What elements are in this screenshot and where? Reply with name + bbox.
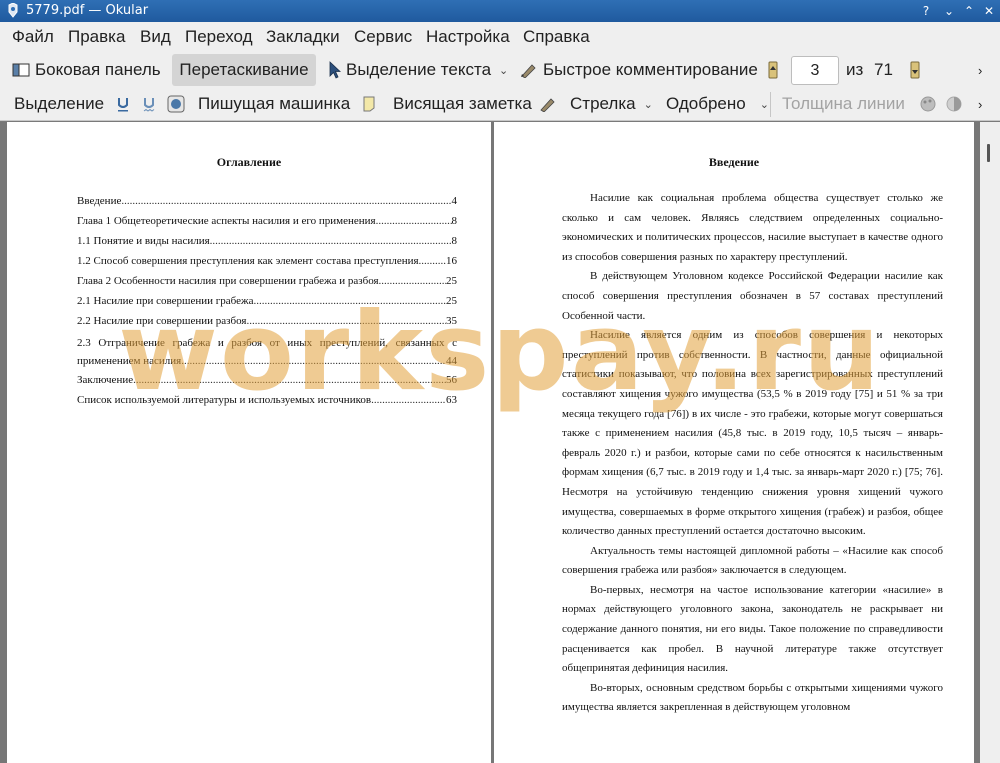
palette-icon (920, 96, 936, 112)
highlight-button[interactable]: Выделение (14, 88, 104, 120)
drag-mode-button[interactable]: Перетаскивание (172, 54, 316, 86)
sidebar-button[interactable]: Боковая панель (12, 52, 161, 88)
page-total: 71 (874, 60, 893, 79)
text-selection-label: Выделение текста (346, 60, 492, 79)
arrow-label: Стрелка (570, 94, 636, 113)
color-button[interactable] (920, 88, 936, 120)
paragraph: В действующем Уголовном кодексе Российск… (562, 270, 943, 322)
paragraph: Во-первых, несмотря на частое использова… (562, 583, 943, 675)
menu-bookmarks[interactable]: Закладки (266, 27, 340, 47)
okular-app-icon (8, 3, 18, 18)
next-page-button[interactable] (910, 52, 920, 88)
note-icon (363, 96, 375, 112)
arrow-up-icon (768, 61, 778, 79)
underline-button[interactable] (116, 88, 130, 120)
page-of-label: из (846, 60, 864, 79)
stamp-icon (167, 95, 185, 113)
document-view[interactable]: Оглавление Введение4 Глава 1 Общетеорети… (0, 122, 1000, 763)
menu-tools[interactable]: Сервис (354, 27, 412, 47)
opacity-button[interactable] (946, 88, 962, 120)
approved-label: Одобрено (666, 94, 746, 113)
chevron-down-icon[interactable]: ⌄ (499, 64, 508, 77)
menu-help[interactable]: Справка (523, 27, 590, 47)
toc-entry[interactable]: Введение4 (77, 195, 457, 207)
document-page-left: Оглавление Введение4 Глава 1 Общетеорети… (7, 122, 491, 763)
annotation-toolbar: Выделение Пишущая машинка Висящая заметк… (0, 88, 1000, 121)
drag-mode-label: Перетаскивание (179, 60, 309, 79)
menu-settings[interactable]: Настройка (426, 27, 510, 47)
toolbar-overflow-icon[interactable]: › (978, 52, 982, 88)
toolbar-overflow-icon[interactable]: › (978, 88, 982, 120)
quick-comment-button[interactable]: Быстрое комментирование (520, 52, 758, 88)
intro-body: Насилие как социальная проблема общества… (562, 189, 943, 718)
opacity-icon (946, 96, 962, 112)
minimize-icon[interactable]: ⌄ (941, 3, 957, 19)
squiggly-underline-icon (143, 98, 155, 112)
inline-note-label: Висящая заметка (393, 94, 532, 113)
sidebar-label: Боковая панель (35, 60, 161, 79)
pencil-icon (540, 98, 555, 112)
previous-page-button[interactable] (768, 52, 778, 88)
menu-go[interactable]: Переход (185, 27, 253, 47)
scrollbar-thumb[interactable] (987, 144, 990, 162)
sidebar-icon (12, 63, 30, 77)
arrow-down-icon (910, 61, 920, 79)
squiggly-button[interactable] (142, 88, 156, 120)
close-icon[interactable]: ✕ (981, 3, 997, 19)
inline-note-button[interactable]: Висящая заметка (393, 88, 532, 120)
menu-view[interactable]: Вид (140, 27, 171, 47)
text-selection-button[interactable]: Выделение текста ⌄ (329, 52, 508, 88)
line-width-label: Толщина линии (782, 94, 905, 113)
intro-heading: Введение (708, 155, 760, 169)
highlight-label: Выделение (14, 94, 105, 113)
stamp-button[interactable] (167, 88, 185, 120)
toc-entry[interactable]: Список используемой литературы и использ… (77, 394, 457, 406)
title-bar: 5779.pdf — Okular ? ⌄ ⌃ ✕ (0, 0, 1000, 22)
paragraph: Во-вторых, основным средством борьбы с о… (562, 681, 943, 714)
typewriter-label: Пишущая машинка (198, 94, 351, 113)
approved-stamp-button[interactable]: Одобрено ⌄ (666, 88, 769, 120)
document-page-right: Введение Насилие как социальная проблема… (494, 122, 974, 763)
help-icon[interactable]: ? (918, 3, 934, 19)
main-toolbar: Боковая панель Перетаскивание Выделение … (0, 52, 1000, 88)
pen-icon (521, 64, 536, 78)
vertical-scrollbar[interactable] (980, 122, 1000, 763)
quick-comment-label: Быстрое комментирование (543, 60, 758, 79)
typewriter-button[interactable]: Пишущая машинка (198, 88, 350, 120)
toc-entry[interactable]: 2.2 Насилие при совершении разбоя35 (77, 315, 457, 327)
paragraph: Актуальность темы настоящей дипломной ра… (562, 544, 943, 577)
paragraph: Насилие является одним из способов совер… (562, 329, 943, 538)
chevron-down-icon[interactable]: ⌄ (644, 98, 653, 111)
note-button[interactable] (362, 88, 376, 120)
toolbar-separator (770, 92, 771, 117)
toc-entry[interactable]: 2.1 Насилие при совершении грабежа25 (77, 295, 457, 307)
menu-edit[interactable]: Правка (68, 27, 125, 47)
page-number-input[interactable]: 3 (791, 56, 839, 85)
window-title: 5779.pdf — Okular (26, 3, 149, 18)
paragraph: Насилие как социальная проблема общества… (562, 192, 943, 263)
toc-entry[interactable]: Заключение56 (77, 374, 457, 386)
toc-entry-multiline[interactable]: 2.3 Отграничение грабежа и разбоя от ины… (77, 334, 457, 353)
toc-entry[interactable]: Глава 1 Общетеоретические аспекты насили… (77, 215, 457, 227)
line-width-button[interactable]: Толщина линии (782, 88, 905, 120)
toc-entry[interactable]: применением насилия44 (77, 355, 457, 367)
cursor-icon (329, 61, 341, 79)
toc-heading: Оглавление (216, 155, 282, 169)
freehand-button[interactable] (539, 88, 562, 120)
toc-entry[interactable]: Глава 2 Особенности насилия при совершен… (77, 275, 457, 287)
chevron-down-icon[interactable]: ⌄ (760, 98, 769, 111)
maximize-icon[interactable]: ⌃ (961, 3, 977, 19)
toc-entry[interactable]: 1.1 Понятие и виды насилия8 (77, 235, 457, 247)
menu-file[interactable]: Файл (12, 27, 54, 47)
underline-icon (118, 98, 128, 112)
arrow-button[interactable]: Стрелка ⌄ (570, 88, 653, 120)
toc-entry[interactable]: 1.2 Способ совершения преступления как э… (77, 255, 457, 267)
menu-bar: Файл Правка Вид Переход Закладки Сервис … (0, 22, 1000, 52)
